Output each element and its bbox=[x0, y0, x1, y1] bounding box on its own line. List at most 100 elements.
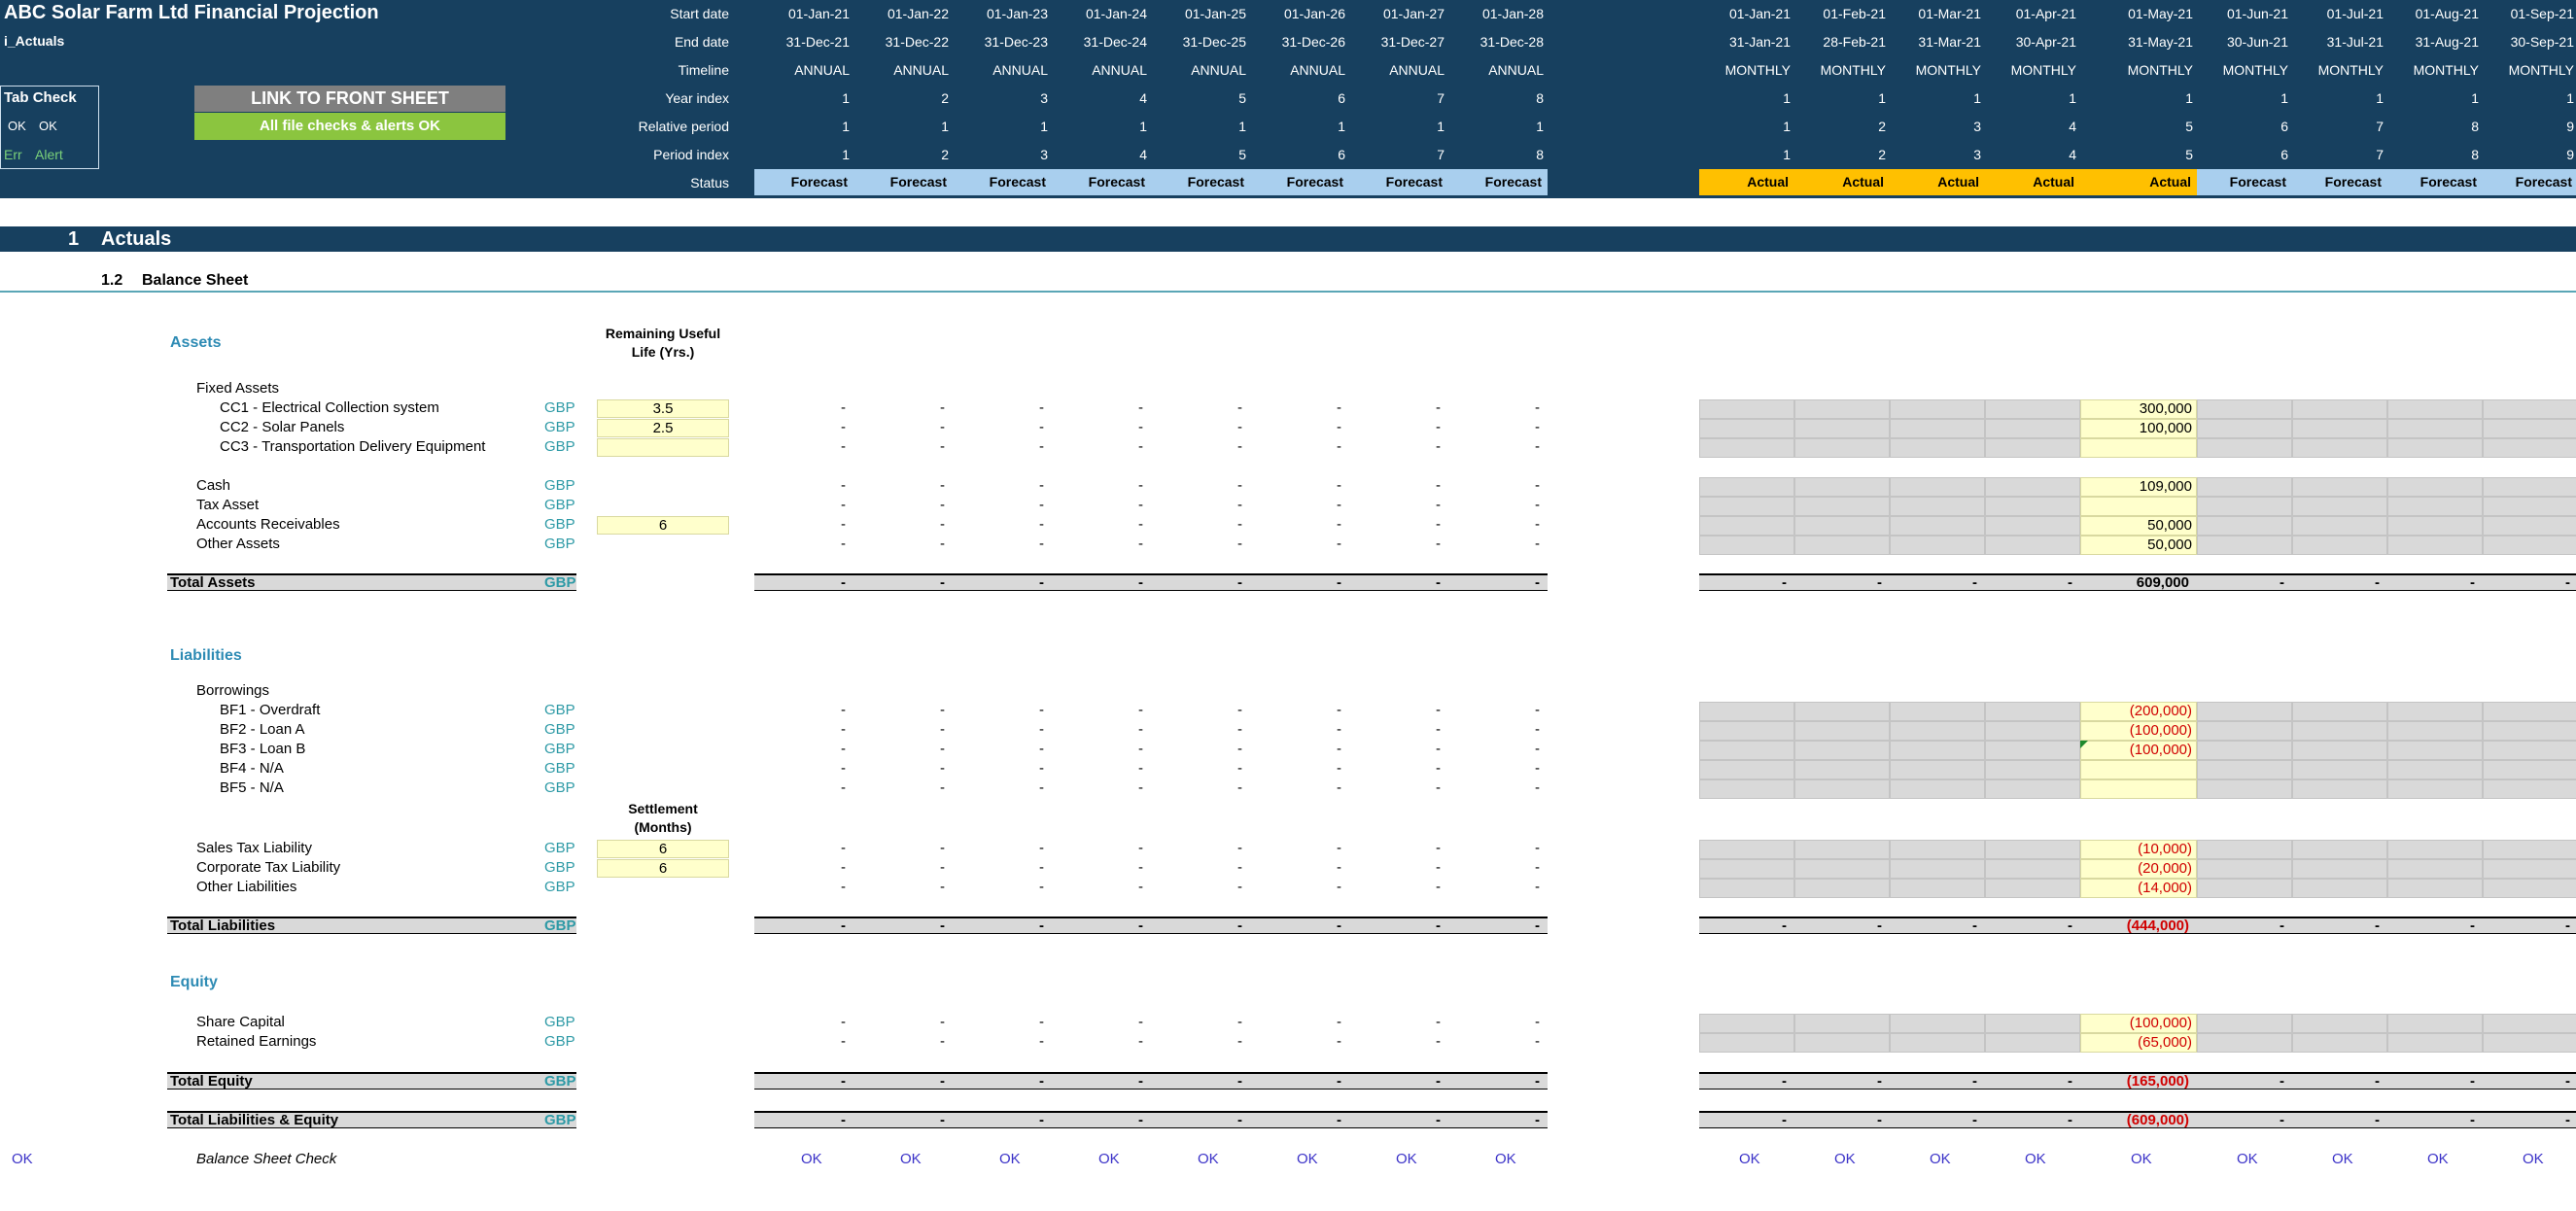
actual-input-cell[interactable] bbox=[1794, 1033, 1890, 1053]
actual-input-cell[interactable] bbox=[1890, 702, 1985, 721]
annual-value: - bbox=[1138, 840, 1143, 856]
actual-input-cell[interactable] bbox=[1985, 1014, 2080, 1033]
link-front-sheet-button[interactable]: LINK TO FRONT SHEET bbox=[194, 86, 505, 112]
actual-input-cell[interactable] bbox=[1794, 859, 1890, 879]
actual-input-cell[interactable] bbox=[1699, 779, 1794, 799]
actual-input-cell[interactable] bbox=[1890, 477, 1985, 497]
actual-input-cell[interactable] bbox=[1794, 779, 1890, 799]
actual-input-cell[interactable] bbox=[1985, 879, 2080, 898]
actual-input-cell[interactable] bbox=[1699, 516, 1794, 536]
may-input-bf4[interactable] bbox=[2080, 760, 2197, 779]
actual-input-cell[interactable] bbox=[1699, 419, 1794, 438]
actual-input-cell[interactable] bbox=[1985, 779, 2080, 799]
may-input-share-capital[interactable]: (100,000) bbox=[2080, 1014, 2197, 1033]
may-input-cc2[interactable]: 100,000 bbox=[2080, 419, 2197, 438]
actual-input-cell[interactable] bbox=[1985, 721, 2080, 741]
may-input-receivables[interactable]: 50,000 bbox=[2080, 516, 2197, 536]
actual-input-cell[interactable] bbox=[1985, 438, 2080, 458]
actual-input-cell[interactable] bbox=[1985, 840, 2080, 859]
actual-input-cell[interactable] bbox=[1699, 438, 1794, 458]
input-sales-tax[interactable]: 6 bbox=[597, 840, 729, 858]
actual-input-cell[interactable] bbox=[1699, 399, 1794, 419]
actual-input-cell[interactable] bbox=[1890, 1033, 1985, 1053]
actual-input-cell[interactable] bbox=[1794, 477, 1890, 497]
actual-input-cell[interactable] bbox=[1985, 741, 2080, 760]
header-annual-year: 3 bbox=[1040, 90, 1048, 106]
may-input-corp-tax[interactable]: (20,000) bbox=[2080, 859, 2197, 879]
input-cc3[interactable] bbox=[597, 438, 729, 457]
actual-input-cell[interactable] bbox=[1699, 702, 1794, 721]
may-input-bf5[interactable] bbox=[2080, 779, 2197, 799]
actual-input-cell[interactable] bbox=[1794, 760, 1890, 779]
actual-input-cell[interactable] bbox=[1890, 1014, 1985, 1033]
actual-input-cell[interactable] bbox=[1794, 702, 1890, 721]
cell-comment-indicator bbox=[2080, 741, 2088, 748]
actual-input-cell[interactable] bbox=[1985, 702, 2080, 721]
unit-label: GBP bbox=[544, 779, 575, 796]
file-checks-status[interactable]: All file checks & alerts OK bbox=[194, 113, 505, 140]
actual-input-cell[interactable] bbox=[1699, 760, 1794, 779]
actual-input-cell[interactable] bbox=[1890, 840, 1985, 859]
may-input-tax-asset[interactable] bbox=[2080, 497, 2197, 516]
actual-input-cell[interactable] bbox=[1890, 859, 1985, 879]
may-input-cash[interactable]: 109,000 bbox=[2080, 477, 2197, 497]
actual-input-cell[interactable] bbox=[1890, 399, 1985, 419]
actual-input-cell[interactable] bbox=[1794, 536, 1890, 555]
may-input-other-assets[interactable]: 50,000 bbox=[2080, 536, 2197, 555]
actual-input-cell[interactable] bbox=[1794, 741, 1890, 760]
may-input-other-liab[interactable]: (14,000) bbox=[2080, 879, 2197, 898]
actual-input-cell[interactable] bbox=[1794, 879, 1890, 898]
actual-input-cell[interactable] bbox=[1794, 497, 1890, 516]
may-input-bf3[interactable]: (100,000) bbox=[2080, 741, 2197, 760]
actual-input-cell[interactable] bbox=[1985, 399, 2080, 419]
actual-input-cell[interactable] bbox=[1890, 438, 1985, 458]
actual-input-cell[interactable] bbox=[1985, 760, 2080, 779]
forecast-cell bbox=[2292, 497, 2387, 516]
input-corp-tax[interactable]: 6 bbox=[597, 859, 729, 878]
may-input-sales-tax[interactable]: (10,000) bbox=[2080, 840, 2197, 859]
actual-input-cell[interactable] bbox=[1699, 536, 1794, 555]
may-input-bf1[interactable]: (200,000) bbox=[2080, 702, 2197, 721]
may-input-retained[interactable]: (65,000) bbox=[2080, 1033, 2197, 1053]
actual-input-cell[interactable] bbox=[1890, 741, 1985, 760]
actual-input-cell[interactable] bbox=[1794, 419, 1890, 438]
actual-input-cell[interactable] bbox=[1890, 721, 1985, 741]
annual-value: - bbox=[1237, 917, 1242, 934]
actual-input-cell[interactable] bbox=[1699, 1014, 1794, 1033]
actual-input-cell[interactable] bbox=[1699, 477, 1794, 497]
input-cc2[interactable]: 2.5 bbox=[597, 419, 729, 437]
actual-input-cell[interactable] bbox=[1699, 497, 1794, 516]
actual-input-cell[interactable] bbox=[1794, 438, 1890, 458]
actual-input-cell[interactable] bbox=[1699, 741, 1794, 760]
actual-input-cell[interactable] bbox=[1699, 721, 1794, 741]
actual-input-cell[interactable] bbox=[1985, 1033, 2080, 1053]
actual-input-cell[interactable] bbox=[1699, 840, 1794, 859]
actual-input-cell[interactable] bbox=[1890, 536, 1985, 555]
actual-input-cell[interactable] bbox=[1890, 879, 1985, 898]
actual-input-cell[interactable] bbox=[1985, 516, 2080, 536]
actual-input-cell[interactable] bbox=[1794, 721, 1890, 741]
actual-input-cell[interactable] bbox=[1699, 859, 1794, 879]
may-input-cc1[interactable]: 300,000 bbox=[2080, 399, 2197, 419]
actual-input-cell[interactable] bbox=[1794, 399, 1890, 419]
may-input-cc3[interactable] bbox=[2080, 438, 2197, 458]
may-input-bf2[interactable]: (100,000) bbox=[2080, 721, 2197, 741]
actual-input-cell[interactable] bbox=[1985, 497, 2080, 516]
actual-input-cell[interactable] bbox=[1794, 840, 1890, 859]
actual-input-cell[interactable] bbox=[1890, 516, 1985, 536]
actual-input-cell[interactable] bbox=[1890, 497, 1985, 516]
actual-input-cell[interactable] bbox=[1699, 879, 1794, 898]
actual-input-cell[interactable] bbox=[1890, 419, 1985, 438]
actual-input-cell[interactable] bbox=[1890, 779, 1985, 799]
actual-input-cell[interactable] bbox=[1985, 477, 2080, 497]
input-receivables[interactable]: 6 bbox=[597, 516, 729, 535]
actual-input-cell[interactable] bbox=[1794, 516, 1890, 536]
actual-input-cell[interactable] bbox=[1985, 419, 2080, 438]
input-cc1[interactable]: 3.5 bbox=[597, 399, 729, 418]
actual-input-cell[interactable] bbox=[1985, 859, 2080, 879]
actual-input-cell[interactable] bbox=[1699, 1033, 1794, 1053]
annual-value: - bbox=[940, 779, 945, 796]
actual-input-cell[interactable] bbox=[1985, 536, 2080, 555]
actual-input-cell[interactable] bbox=[1890, 760, 1985, 779]
actual-input-cell[interactable] bbox=[1794, 1014, 1890, 1033]
